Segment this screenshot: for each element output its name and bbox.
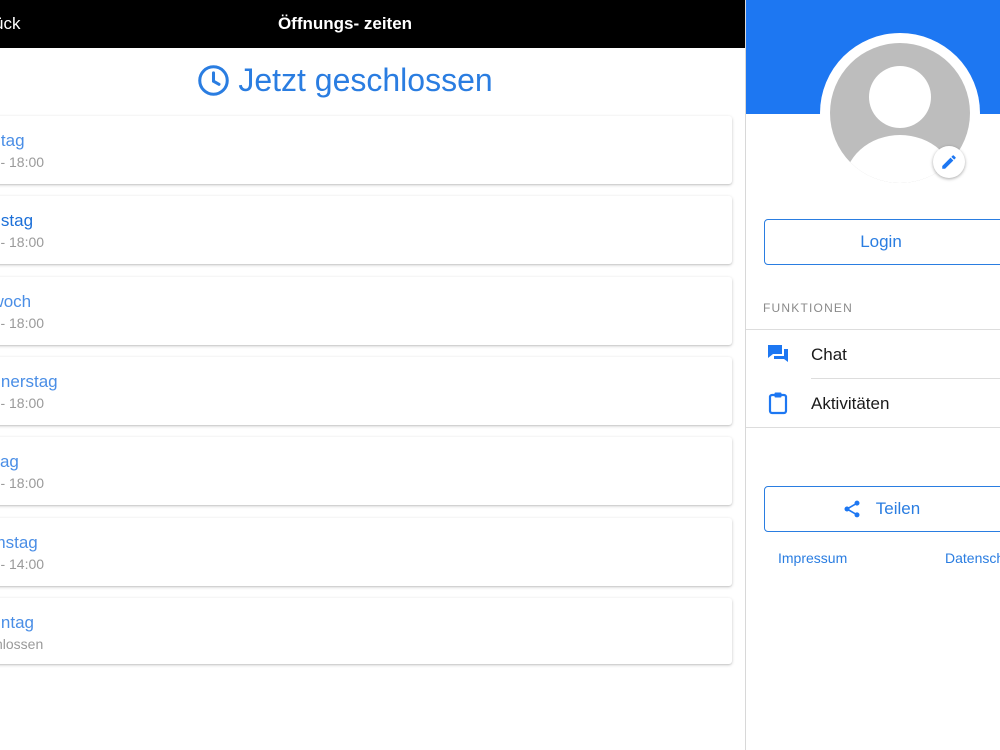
top-bar: ück Öffnungs- zeiten — [0, 0, 745, 48]
login-button[interactable]: Login — [764, 219, 1000, 265]
day-name: ontag — [0, 131, 25, 150]
day-hours: 30 - 18:00 — [0, 475, 45, 491]
share-button[interactable]: Teilen — [764, 486, 1000, 532]
menu-item-label: Chat — [811, 345, 847, 364]
day-hours: 30 - 14:00 — [0, 556, 45, 572]
day-name: onnerstag — [0, 372, 58, 391]
day-card-tuesday[interactable]: enstag 30 - 18:00 — [0, 196, 732, 264]
day-card-saturday[interactable]: amstag 30 - 14:00 — [0, 518, 732, 586]
share-label: Teilen — [875, 499, 921, 518]
impressum-link[interactable]: Impressum — [778, 550, 847, 566]
day-hours: 30 - 18:00 — [0, 315, 45, 331]
day-card-sunday[interactable]: onntag schlossen — [0, 598, 732, 664]
day-name: onntag — [0, 613, 34, 632]
divider — [746, 427, 1000, 428]
day-card-friday[interactable]: eitag 30 - 18:00 — [0, 437, 732, 505]
privacy-link[interactable]: Datensch — [945, 550, 1000, 566]
day-name: enstag — [0, 211, 34, 230]
day-hours: 30 - 18:00 — [0, 154, 45, 170]
menu-item-activities[interactable]: Aktivitäten — [746, 379, 1000, 427]
day-hours: 30 - 18:00 — [0, 234, 45, 250]
clipboard-icon — [768, 392, 788, 415]
day-card-monday[interactable]: ontag 30 - 18:00 — [0, 116, 732, 184]
day-card-thursday[interactable]: onnerstag 30 - 18:00 — [0, 357, 732, 425]
functions-section-label: FUNKTIONEN — [763, 301, 853, 315]
chat-icon — [768, 345, 788, 362]
share-icon — [844, 500, 860, 518]
side-drawer: Login FUNKTIONEN Chat Aktivitäten Teilen… — [745, 0, 1000, 750]
menu-item-chat[interactable]: Chat — [746, 330, 1000, 378]
edit-avatar-button[interactable] — [933, 146, 965, 178]
page-title: Öffnungs- zeiten — [277, 14, 413, 33]
day-name: eitag — [0, 452, 19, 471]
day-card-wednesday[interactable]: ttwoch 30 - 18:00 — [0, 277, 732, 345]
day-name: ttwoch — [0, 292, 32, 311]
pencil-icon — [942, 155, 956, 169]
clock-icon — [198, 65, 230, 96]
open-status: Jetzt geschlossen — [0, 62, 690, 99]
opening-hours-page: ück Öffnungs- zeiten Jetzt geschlossen o… — [0, 0, 745, 750]
day-name: amstag — [0, 533, 38, 552]
day-hours: 30 - 18:00 — [0, 395, 45, 411]
menu-item-label: Aktivitäten — [811, 394, 890, 413]
status-text: Jetzt geschlossen — [238, 62, 493, 98]
day-hours: schlossen — [0, 636, 44, 652]
